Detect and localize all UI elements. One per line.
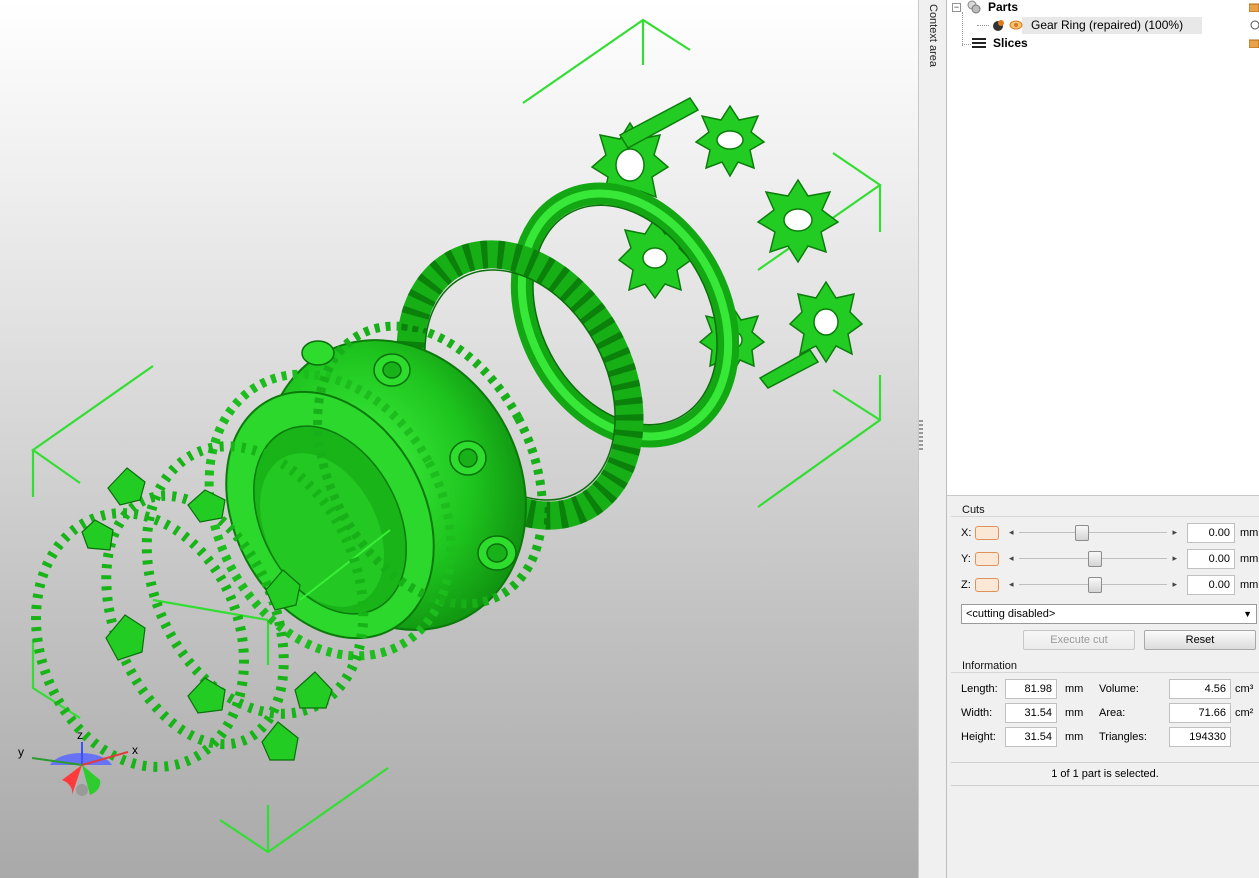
slider-right-arrow-icon[interactable]: ▸ (1172, 527, 1177, 538)
cut-y-input[interactable]: 0.00 (1187, 549, 1235, 569)
context-area-label: Context area (927, 4, 939, 67)
area-label: Area: (1099, 707, 1126, 719)
bbox-corner-right-bottom-b (832, 389, 881, 421)
tree-guide-slices (962, 44, 971, 45)
slider-left-arrow-icon[interactable]: ◂ (1009, 527, 1014, 538)
width-unit: mm (1065, 707, 1084, 719)
area-unit: cm² (1235, 707, 1254, 719)
cuts-group-border (951, 516, 1259, 517)
parts-spheres-icon (967, 0, 981, 14)
width-label: Width: (961, 707, 993, 719)
bbox-inner-edge (152, 598, 269, 622)
axis-label-x: x (132, 743, 138, 757)
slider-left-arrow-icon[interactable]: ◂ (1009, 553, 1014, 564)
information-group-border (951, 672, 1259, 673)
length-label: Length: (961, 683, 998, 695)
part-settings-icon[interactable] (1249, 20, 1259, 30)
tree-guide-vertical (962, 12, 963, 46)
volume-label: Volume: (1099, 683, 1139, 695)
cut-z-toggle[interactable] (975, 578, 999, 592)
cut-x-label: X: (961, 527, 972, 539)
area-value: 71.66 (1169, 703, 1231, 723)
information-group-title: Information (960, 660, 1020, 672)
main-barrel (204, 321, 547, 661)
bbox-corner-top (522, 18, 691, 104)
slider-right-arrow-icon[interactable]: ▸ (1172, 553, 1177, 564)
cuts-group-title: Cuts (960, 504, 987, 516)
slices-stack-icon (972, 38, 986, 48)
cut-y-slider[interactable]: ◂ ▸ (1007, 551, 1179, 567)
length-unit: mm (1065, 683, 1084, 695)
volume-unit: cm³ (1235, 683, 1254, 695)
volume-value: 4.56 (1169, 679, 1231, 699)
cut-y-unit: mm (1240, 553, 1259, 565)
scene-canvas[interactable]: z x y (0, 0, 918, 878)
cut-y-slider-thumb[interactable] (1088, 551, 1102, 567)
splitter-grip[interactable] (919, 420, 923, 450)
bbox-corner-left-top (31, 365, 154, 484)
3d-viewport[interactable]: z x y (0, 0, 918, 878)
height-value: 31.54 (1005, 727, 1057, 747)
cutting-mode-select[interactable]: <cutting disabled> ▼ (961, 604, 1257, 624)
bbox-corner-bottom (219, 767, 389, 854)
properties-panel: Cuts X: ◂ ▸ 0.00 mm Y: ◂ ▸ 0.00 mm Z: ◂ … (947, 496, 1259, 878)
axis-label-y: y (18, 745, 24, 759)
cut-x-input[interactable]: 0.00 (1187, 523, 1235, 543)
gear-peg (758, 349, 820, 389)
collapse-icon[interactable]: − (952, 2, 961, 12)
axis-gizmo: z x y (18, 728, 138, 796)
height-label: Height: (961, 731, 996, 743)
triangles-value: 194330 (1169, 727, 1231, 747)
tree-item-slices[interactable]: Slices (971, 34, 1028, 52)
cutting-mode-value: <cutting disabled> (966, 608, 1056, 620)
axis-label-z: z (77, 728, 83, 742)
selection-status: 1 of 1 part is selected. (951, 762, 1259, 786)
length-value: 81.98 (1005, 679, 1057, 699)
cut-z-input[interactable]: 0.00 (1187, 575, 1235, 595)
bbox-corner-right-bottom (757, 375, 882, 508)
cut-z-slider[interactable]: ◂ ▸ (1007, 577, 1179, 593)
cut-x-unit: mm (1240, 527, 1259, 539)
cut-y-toggle[interactable] (975, 552, 999, 566)
cut-y-label: Y: (961, 553, 971, 565)
reset-button[interactable]: Reset (1144, 630, 1256, 650)
cut-z-slider-thumb[interactable] (1088, 577, 1102, 593)
cut-x-toggle[interactable] (975, 526, 999, 540)
triangles-label: Triangles: (1099, 731, 1147, 743)
width-value: 31.54 (1005, 703, 1057, 723)
tree-item-gear-ring[interactable]: Gear Ring (repaired) (100%) (991, 16, 1183, 34)
cut-z-unit: mm (1240, 579, 1259, 591)
slices-folder-icon[interactable] (1249, 38, 1259, 48)
cut-z-label: Z: (961, 579, 971, 591)
chevron-down-icon[interactable]: ▼ (1243, 605, 1252, 623)
cut-x-slider[interactable]: ◂ ▸ (1007, 525, 1179, 541)
tree-item-parts-label: Parts (988, 0, 1019, 14)
execute-cut-button[interactable]: Execute cut (1023, 630, 1135, 650)
height-unit: mm (1065, 731, 1084, 743)
context-area-tab[interactable]: Context area (918, 0, 947, 878)
tree-item-slices-label: Slices (993, 36, 1028, 50)
tree-item-gear-ring-label: Gear Ring (repaired) (100%) (1031, 18, 1184, 32)
slider-left-arrow-icon[interactable]: ◂ (1009, 579, 1014, 590)
tree-guide-child (977, 25, 989, 26)
part-mesh-icon (993, 20, 1004, 31)
parts-tree[interactable]: − Parts Gear Ring (repaired) (100%) Slic… (947, 0, 1259, 496)
slider-right-arrow-icon[interactable]: ▸ (1172, 579, 1177, 590)
cut-x-slider-thumb[interactable] (1075, 525, 1089, 541)
parts-folder-icon[interactable] (1249, 2, 1259, 12)
eye-icon[interactable] (1009, 19, 1023, 31)
tree-item-parts[interactable]: − Parts (952, 0, 1018, 16)
